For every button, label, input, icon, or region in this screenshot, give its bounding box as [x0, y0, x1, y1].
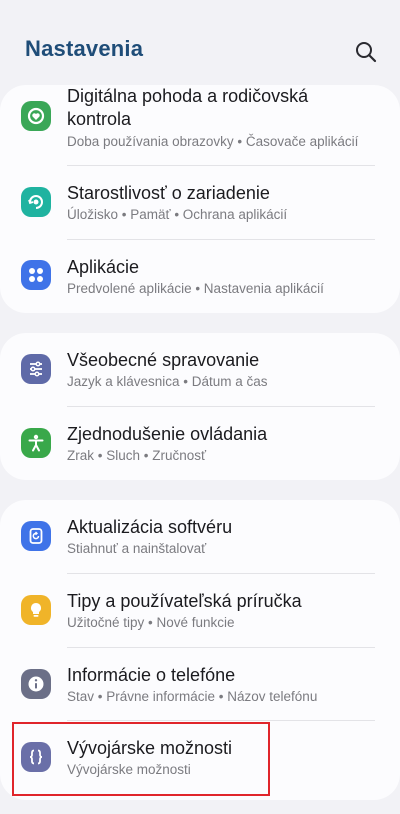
divider — [67, 573, 375, 574]
item-subtitle: Úložisko • Pamäť • Ochrana aplikácií — [67, 207, 288, 222]
item-subtitle: Predvolené aplikácie • Nastavenia apliká… — [67, 281, 324, 296]
divider — [67, 165, 375, 166]
search-icon — [356, 42, 377, 63]
item-label: Starostlivosť o zariadenie — [67, 183, 270, 203]
apps-icon — [21, 260, 51, 290]
search-button[interactable] — [352, 38, 380, 66]
item-tips[interactable]: Tipy a používateľská príručka Užitočné t… — [0, 575, 400, 647]
item-subtitle: Stav • Právne informácie • Názov telefón… — [67, 689, 318, 704]
divider — [67, 720, 375, 721]
item-label: Všeobecné spravovanie — [67, 350, 260, 370]
page-title: Nastavenia — [25, 36, 144, 61]
settings-group-1: Digitálna pohoda a rodičovská kontrola D… — [0, 85, 400, 313]
item-subtitle: Doba používania obrazovky • Časovače apl… — [67, 134, 359, 149]
item-label: Informácie o telefóne — [67, 665, 236, 685]
accessibility-icon — [21, 428, 51, 458]
divider — [67, 647, 375, 648]
item-digital-wellbeing[interactable]: Digitálna pohoda a rodičovská kontrola D… — [0, 85, 400, 162]
device-care-icon — [21, 187, 51, 217]
item-subtitle: Zrak • Sluch • Zručnosť — [67, 448, 207, 463]
divider — [67, 239, 375, 240]
app-header: Nastavenia — [0, 0, 400, 90]
item-subtitle: Užitočné tipy • Nové funkcie — [67, 615, 235, 630]
item-accessibility[interactable]: Zjednodušenie ovládania Zrak • Sluch • Z… — [0, 408, 400, 480]
item-subtitle: Jazyk a klávesnica • Dátum a čas — [67, 374, 268, 389]
selection-highlight — [12, 722, 270, 796]
about-phone-icon — [21, 669, 51, 699]
tips-icon — [21, 595, 51, 625]
item-apps[interactable]: Aplikácie Predvolené aplikácie • Nastave… — [0, 241, 400, 313]
digital-wellbeing-icon — [21, 101, 51, 131]
general-management-icon — [21, 354, 51, 384]
item-label: Zjednodušenie ovládania — [67, 424, 268, 444]
item-label: Digitálna pohoda a rodičovská kontrola — [67, 86, 309, 129]
software-update-icon — [21, 521, 51, 551]
divider — [67, 406, 375, 407]
item-label: Aktualizácia softvéru — [67, 517, 233, 537]
item-general-management[interactable]: Všeobecné spravovanie Jazyk a klávesnica… — [0, 333, 400, 405]
item-about-phone[interactable]: Informácie o telefóne Stav • Právne info… — [0, 649, 400, 721]
item-label: Aplikácie — [67, 257, 140, 277]
item-device-care[interactable]: Starostlivosť o zariadenie Úložisko • Pa… — [0, 167, 400, 239]
item-software-update[interactable]: Aktualizácia softvéru Stiahnuť a nainšta… — [0, 500, 400, 572]
settings-group-2: Všeobecné spravovanie Jazyk a klávesnica… — [0, 333, 400, 480]
item-label: Tipy a používateľská príručka — [67, 591, 302, 611]
item-subtitle: Stiahnuť a nainštalovať — [67, 541, 207, 556]
